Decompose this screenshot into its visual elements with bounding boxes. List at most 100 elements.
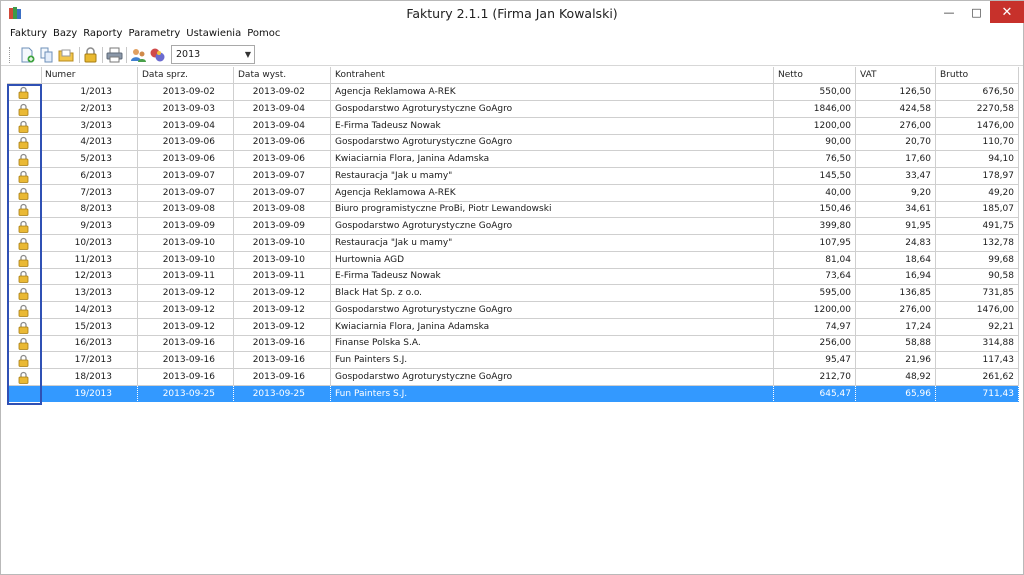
cell-net[interactable]: 76,50 xyxy=(774,151,856,168)
cell-net[interactable]: 256,00 xyxy=(774,335,856,353)
cell-lock[interactable] xyxy=(7,352,42,369)
menu-ustawienia[interactable]: Ustawienia xyxy=(183,27,244,43)
lock-invoice-button[interactable] xyxy=(82,47,99,63)
cell-lock[interactable] xyxy=(7,117,42,135)
table-row[interactable]: 16/2013 2013-09-16 2013-09-16 Finanse Polsk… xyxy=(7,335,1019,353)
cell-lock[interactable] xyxy=(7,318,42,336)
column-header-sale-date[interactable]: Data sprz. xyxy=(138,67,234,84)
cell-vat[interactable]: 18,64 xyxy=(856,251,936,269)
table-row[interactable]: 2/2013 2013-09-03 2013-09-04 Gospodarstwo A… xyxy=(7,100,1019,118)
column-header-vat[interactable]: VAT xyxy=(856,67,936,84)
cell-vat[interactable]: 424,58 xyxy=(856,100,936,118)
cell-lock[interactable] xyxy=(7,268,42,286)
cell-sale-date[interactable]: 2013-09-07 xyxy=(138,184,234,202)
cell-issue-date[interactable]: 2013-09-12 xyxy=(234,301,331,319)
table-row[interactable]: 1/2013 2013-09-02 2013-09-02 Agencja Reklam… xyxy=(7,84,1019,101)
cell-number[interactable]: 5/2013 xyxy=(42,151,138,168)
cell-number[interactable]: 13/2013 xyxy=(42,285,138,302)
cell-lock[interactable] xyxy=(7,301,42,319)
column-header-number[interactable]: Numer xyxy=(42,67,138,84)
cell-lock[interactable] xyxy=(7,234,42,252)
cell-contractor[interactable]: Black Hat Sp. z o.o. xyxy=(331,285,774,302)
cell-issue-date[interactable]: 2013-09-04 xyxy=(234,100,331,118)
cell-vat[interactable]: 136,85 xyxy=(856,285,936,302)
cell-vat[interactable]: 20,70 xyxy=(856,134,936,152)
cell-contractor[interactable]: Hurtownia AGD xyxy=(331,251,774,269)
database-button[interactable] xyxy=(149,47,166,63)
table-row[interactable]: 15/2013 2013-09-12 2013-09-12 Kwiaciarnia F… xyxy=(7,318,1019,336)
cell-gross[interactable]: 731,85 xyxy=(936,285,1019,302)
cell-net[interactable]: 550,00 xyxy=(774,84,856,101)
cell-vat[interactable]: 126,50 xyxy=(856,84,936,101)
cell-issue-date[interactable]: 2013-09-10 xyxy=(234,234,331,252)
cell-number[interactable]: 3/2013 xyxy=(42,117,138,135)
open-folder-button[interactable] xyxy=(58,47,75,63)
cell-net[interactable]: 595,00 xyxy=(774,285,856,302)
cell-gross[interactable]: 49,20 xyxy=(936,184,1019,202)
cell-lock[interactable] xyxy=(7,184,42,202)
cell-lock[interactable] xyxy=(7,335,42,353)
cell-contractor[interactable]: Fun Painters S.J. xyxy=(331,352,774,369)
cell-vat[interactable]: 16,94 xyxy=(856,268,936,286)
cell-issue-date[interactable]: 2013-09-12 xyxy=(234,285,331,302)
cell-issue-date[interactable]: 2013-09-06 xyxy=(234,134,331,152)
cell-sale-date[interactable]: 2013-09-09 xyxy=(138,218,234,235)
cell-contractor[interactable]: Finanse Polska S.A. xyxy=(331,335,774,353)
cell-contractor[interactable]: Kwiaciarnia Flora, Janina Adamska xyxy=(331,318,774,336)
cell-issue-date[interactable]: 2013-09-16 xyxy=(234,335,331,353)
cell-sale-date[interactable]: 2013-09-16 xyxy=(138,352,234,369)
cell-contractor[interactable]: Agencja Reklamowa A-REK xyxy=(331,84,774,101)
cell-lock[interactable] xyxy=(7,251,42,269)
table-row[interactable]: 17/2013 2013-09-16 2013-09-16 Fun Painters … xyxy=(7,352,1019,369)
cell-net[interactable]: 150,46 xyxy=(774,201,856,219)
cell-vat[interactable]: 58,88 xyxy=(856,335,936,353)
cell-gross[interactable]: 99,68 xyxy=(936,251,1019,269)
menu-parametry[interactable]: Parametry xyxy=(125,27,183,43)
cell-issue-date[interactable]: 2013-09-09 xyxy=(234,218,331,235)
menu-bazy[interactable]: Bazy xyxy=(50,27,80,43)
column-header-net[interactable]: Netto xyxy=(774,67,856,84)
cell-sale-date[interactable]: 2013-09-10 xyxy=(138,251,234,269)
menu-faktury[interactable]: Faktury xyxy=(7,27,50,43)
cell-issue-date[interactable]: 2013-09-16 xyxy=(234,368,331,386)
cell-gross[interactable]: 185,07 xyxy=(936,201,1019,219)
cell-gross[interactable]: 261,62 xyxy=(936,368,1019,386)
column-header-gross[interactable]: Brutto xyxy=(936,67,1019,84)
cell-contractor[interactable]: Restauracja "Jak u mamy" xyxy=(331,234,774,252)
cell-sale-date[interactable]: 2013-09-12 xyxy=(138,301,234,319)
cell-sale-date[interactable]: 2013-09-04 xyxy=(138,117,234,135)
cell-sale-date[interactable]: 2013-09-11 xyxy=(138,268,234,286)
cell-contractor[interactable]: Kwiaciarnia Flora, Janina Adamska xyxy=(331,151,774,168)
cell-issue-date[interactable]: 2013-09-25 xyxy=(234,385,331,403)
cell-number[interactable]: 15/2013 xyxy=(42,318,138,336)
cell-issue-date[interactable]: 2013-09-04 xyxy=(234,117,331,135)
cell-lock[interactable] xyxy=(7,385,42,403)
column-header-issue-date[interactable]: Data wyst. xyxy=(234,67,331,84)
cell-number[interactable]: 1/2013 xyxy=(42,84,138,101)
cell-sale-date[interactable]: 2013-09-03 xyxy=(138,100,234,118)
table-row[interactable]: 3/2013 2013-09-04 2013-09-04 E-Firma Tadeus… xyxy=(7,117,1019,135)
cell-gross[interactable]: 92,21 xyxy=(936,318,1019,336)
cell-sale-date[interactable]: 2013-09-16 xyxy=(138,335,234,353)
cell-gross[interactable]: 90,58 xyxy=(936,268,1019,286)
cell-issue-date[interactable]: 2013-09-02 xyxy=(234,84,331,101)
cell-gross[interactable]: 110,70 xyxy=(936,134,1019,152)
cell-lock[interactable] xyxy=(7,218,42,235)
cell-net[interactable]: 90,00 xyxy=(774,134,856,152)
table-row[interactable]: 8/2013 2013-09-08 2013-09-08 Biuro programi… xyxy=(7,201,1019,219)
cell-number[interactable]: 8/2013 xyxy=(42,201,138,219)
cell-contractor[interactable]: Gospodarstwo Agroturystyczne GoAgro xyxy=(331,301,774,319)
cell-gross[interactable]: 711,43 xyxy=(936,385,1019,403)
cell-number[interactable]: 6/2013 xyxy=(42,167,138,185)
cell-gross[interactable]: 1476,00 xyxy=(936,117,1019,135)
cell-lock[interactable] xyxy=(7,151,42,168)
cell-gross[interactable]: 94,10 xyxy=(936,151,1019,168)
cell-sale-date[interactable]: 2013-09-25 xyxy=(138,385,234,403)
menu-raporty[interactable]: Raporty xyxy=(80,27,125,43)
cell-sale-date[interactable]: 2013-09-08 xyxy=(138,201,234,219)
cell-number[interactable]: 2/2013 xyxy=(42,100,138,118)
table-row-selected[interactable]: 19/2013 2013-09-25 2013-09-25 Fun Painters … xyxy=(7,385,1019,403)
minimize-button[interactable]: — xyxy=(935,1,963,23)
cell-issue-date[interactable]: 2013-09-16 xyxy=(234,352,331,369)
table-row[interactable]: 12/2013 2013-09-11 2013-09-11 E-Firma Tadeu… xyxy=(7,268,1019,286)
